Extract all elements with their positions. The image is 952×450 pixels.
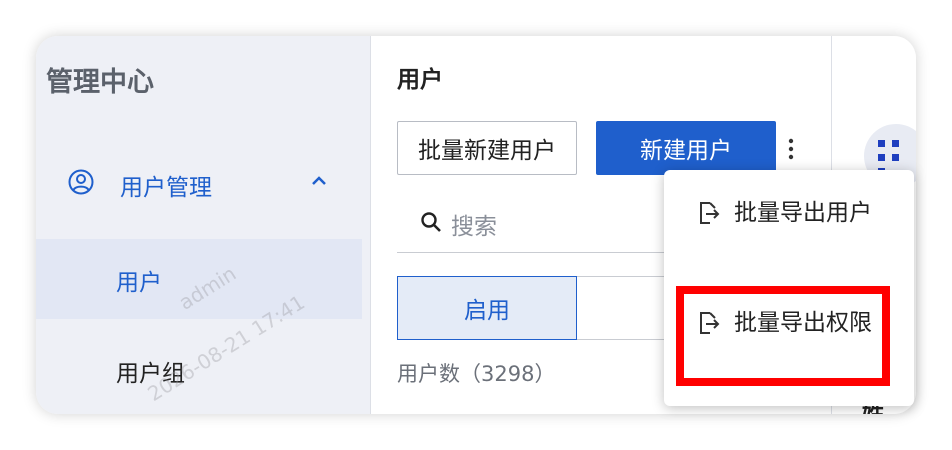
more-vertical-icon[interactable] bbox=[781, 132, 801, 166]
batch-create-button[interactable]: 批量新建用户 bbox=[397, 121, 577, 175]
sidebar-item-label: 用户 bbox=[116, 270, 162, 296]
sidebar-title: 管理中心 bbox=[46, 67, 154, 98]
new-user-button[interactable]: 新建用户 bbox=[596, 121, 776, 175]
sidebar: 管理中心 用户管理 用户 用户组 bbox=[36, 36, 371, 414]
sidebar-group-label: 用户管理 bbox=[120, 175, 212, 201]
user-circle-icon bbox=[68, 169, 94, 195]
sidebar-item-users[interactable]: 用户 bbox=[36, 239, 362, 319]
user-count: 用户数（3298） bbox=[397, 362, 556, 386]
sidebar-group-user-management[interactable]: 用户管理 bbox=[36, 162, 370, 204]
menu-item-label: 批量导出用户 bbox=[734, 200, 872, 226]
page-title: 用户 bbox=[397, 67, 443, 93]
highlight-box bbox=[676, 286, 890, 386]
sidebar-item-user-groups[interactable]: 用户组 bbox=[116, 354, 185, 388]
search-placeholder: 搜索 bbox=[451, 214, 497, 240]
tab-enabled[interactable]: 启用 bbox=[397, 276, 577, 340]
chevron-up-icon[interactable] bbox=[306, 168, 332, 194]
search-icon bbox=[421, 212, 441, 232]
